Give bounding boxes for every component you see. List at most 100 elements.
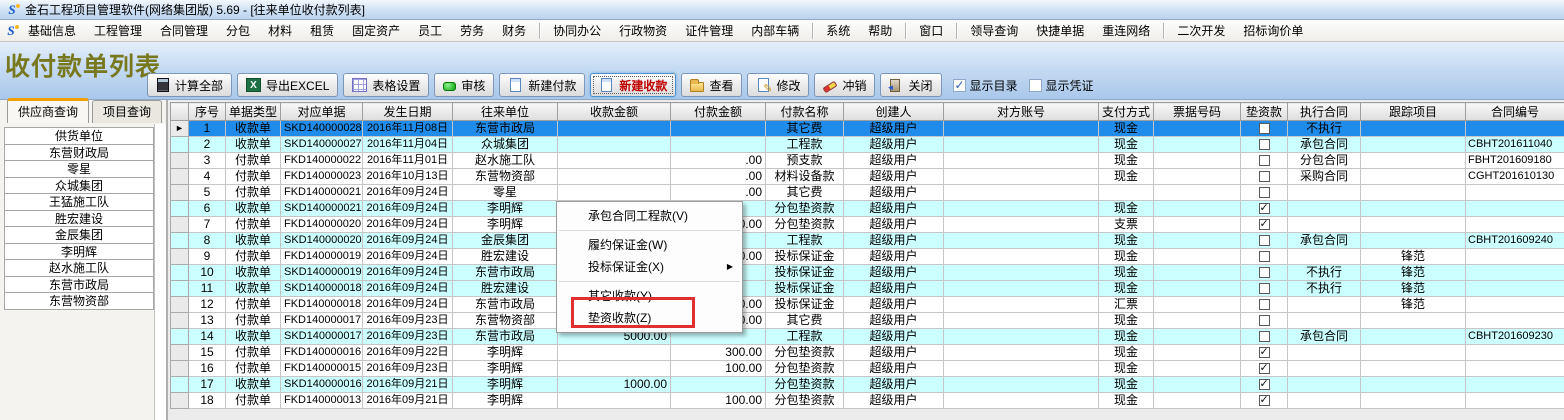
table-row[interactable]: 11收款单SKD1400000182016年09月24日胜宏建设1000.00投… xyxy=(171,281,1564,297)
supplier-item[interactable]: 东营财政局 xyxy=(4,144,154,162)
menubar-item-行政物资[interactable]: 行政物资 xyxy=(610,20,676,41)
column-header-ticket[interactable]: 票据号码 xyxy=(1154,103,1241,121)
column-header-pay_name[interactable]: 付款名称 xyxy=(766,103,844,121)
column-header-method[interactable]: 支付方式 xyxy=(1099,103,1154,121)
table-row[interactable]: 17收款单SKD1400000162016年09月21日李明辉1000.00分包… xyxy=(171,377,1564,393)
supplier-item[interactable]: 王猛施工队 xyxy=(4,193,154,211)
table-row[interactable]: ►1收款单SKD1400000282016年11月08日东营市政局其它费超级用户… xyxy=(171,121,1564,137)
menubar-item-招标询价单[interactable]: 招标询价单 xyxy=(1234,20,1312,41)
cell-unit: 李明辉 xyxy=(453,361,558,377)
view-button[interactable]: 查看 xyxy=(681,73,742,97)
cell-seq: 3 xyxy=(189,153,226,169)
cell-contract xyxy=(1466,201,1564,217)
supplier-item[interactable]: 胜宏建设 xyxy=(4,210,154,228)
cell-seq: 13 xyxy=(189,313,226,329)
menubar-item-证件管理[interactable]: 证件管理 xyxy=(676,20,742,41)
row-indicator-cell xyxy=(171,153,189,169)
cell-exec xyxy=(1288,249,1361,265)
sidebar-scroll-track[interactable] xyxy=(154,124,166,420)
menubar-item-租赁[interactable]: 租赁 xyxy=(301,20,343,41)
table-row[interactable]: 3付款单FKD1400000222016年11月01日赵水施工队.00预支款超级… xyxy=(171,153,1564,169)
supplier-item[interactable]: 金辰集团 xyxy=(4,226,154,244)
cell-amt_out: 100.00 xyxy=(671,393,766,409)
column-header-creator[interactable]: 创建人 xyxy=(844,103,944,121)
menubar-item-财务[interactable]: 财务 xyxy=(493,20,535,41)
new-receipt-button[interactable]: 新建收款 xyxy=(590,73,676,97)
column-header-account[interactable]: 对方账号 xyxy=(944,103,1099,121)
menu-item-履约保证金(W)[interactable]: 履约保证金(W) xyxy=(557,234,742,256)
table-row[interactable]: 7付款单FKD1400000202016年09月24日李明辉1500.00分包垫… xyxy=(171,217,1564,233)
show-voucher-checkbox[interactable] xyxy=(1029,79,1042,92)
annotation-red-box xyxy=(571,297,695,328)
menu-item-投标保证金(X)[interactable]: 投标保证金(X)▶ xyxy=(557,256,742,278)
menubar-item-帮助[interactable]: 帮助 xyxy=(859,20,901,41)
supplier-item[interactable]: 东营物资部 xyxy=(4,292,154,310)
supplier-item[interactable]: 李明辉 xyxy=(4,243,154,261)
table-row[interactable]: 6收款单SKD1400000212016年09月24日李明辉分包垫资款超级用户现… xyxy=(171,201,1564,217)
show-directory-toggle[interactable]: 显示目录 xyxy=(953,77,1018,94)
supplier-item[interactable]: 东营市政局 xyxy=(4,276,154,294)
menubar-item-快捷单据[interactable]: 快捷单据 xyxy=(1027,20,1093,41)
supplier-item[interactable]: 零星 xyxy=(4,160,154,178)
audit-button[interactable]: 审核 xyxy=(434,73,494,97)
modify-button[interactable]: 修改 xyxy=(747,73,809,97)
new-payment-button[interactable]: 新建付款 xyxy=(499,73,585,97)
table-row[interactable]: 9付款单FKD1400000192016年09月24日胜宏建设900.00投标保… xyxy=(171,249,1564,265)
calc-all-button[interactable]: 计算全部 xyxy=(147,73,232,97)
supplier-item[interactable]: 赵水施工队 xyxy=(4,259,154,277)
menubar-item-分包[interactable]: 分包 xyxy=(217,20,259,41)
column-header-unit[interactable]: 往来单位 xyxy=(453,103,558,121)
supplier-item[interactable]: 众城集团 xyxy=(4,177,154,195)
tab-supplier-query[interactable]: 供应商查询 xyxy=(7,98,89,123)
menubar-item-内部车辆[interactable]: 内部车辆 xyxy=(742,20,808,41)
menubar-item-二次开发[interactable]: 二次开发 xyxy=(1168,20,1234,41)
table-row[interactable]: 5付款单FKD1400000212016年09月24日零星.00其它费超级用户 xyxy=(171,185,1564,201)
table-row[interactable]: 4付款单FKD1400000232016年10月13日东营物资部.00材料设备款… xyxy=(171,169,1564,185)
menubar-item-协同办公[interactable]: 协同办公 xyxy=(544,20,610,41)
menubar-item-重连网络[interactable]: 重连网络 xyxy=(1093,20,1159,41)
show-voucher-toggle[interactable]: 显示凭证 xyxy=(1029,77,1094,94)
menubar-item-合同管理[interactable]: 合同管理 xyxy=(151,20,217,41)
table-settings-button[interactable]: 表格设置 xyxy=(343,73,429,97)
table-row[interactable]: 18付款单FKD1400000132016年09月21日李明辉100.00分包垫… xyxy=(171,393,1564,409)
menubar-item-固定资产[interactable]: 固定资产 xyxy=(343,20,409,41)
cell-track: 锋范 xyxy=(1361,265,1466,281)
table-row[interactable]: 2收款单SKD1400000272016年11月04日众城集团工程款超级用户现金… xyxy=(171,137,1564,153)
table-row[interactable]: 16付款单FKD1400000152016年09月23日李明辉100.00分包垫… xyxy=(171,361,1564,377)
reverse-button[interactable]: 冲销 xyxy=(814,73,875,97)
menu-item-承包合同工程款(V)[interactable]: 承包合同工程款(V) xyxy=(557,205,742,227)
column-header-type[interactable]: 单据类型 xyxy=(226,103,281,121)
column-header-seq[interactable]: 序号 xyxy=(189,103,226,121)
cell-doc: SKD140000020 xyxy=(281,233,363,249)
table-row[interactable]: 14收款单SKD1400000172016年09月23日东营市政局5000.00… xyxy=(171,329,1564,345)
menubar-item-领导查询[interactable]: 领导查询 xyxy=(961,20,1027,41)
column-header-exec[interactable]: 执行合同 xyxy=(1288,103,1361,121)
cell-account xyxy=(944,313,1099,329)
column-header-amt_in[interactable]: 收款金额 xyxy=(558,103,671,121)
close-button[interactable]: 关闭 xyxy=(880,73,941,97)
menubar-item-工程管理[interactable]: 工程管理 xyxy=(85,20,151,41)
cell-contract xyxy=(1466,185,1564,201)
menubar-item-劳务[interactable]: 劳务 xyxy=(451,20,493,41)
column-header-advance[interactable]: 垫资款 xyxy=(1241,103,1288,121)
table-row[interactable]: 12付款单FKD1400000182016年09月24日东营市政局1000.00… xyxy=(171,297,1564,313)
menubar-item-基础信息[interactable]: 基础信息 xyxy=(19,20,85,41)
column-header-date[interactable]: 发生日期 xyxy=(363,103,453,121)
column-header-contract[interactable]: 合同编号 xyxy=(1466,103,1564,121)
menubar-item-窗口[interactable]: 窗口 xyxy=(910,20,952,41)
tab-project-query[interactable]: 项目查询 xyxy=(92,100,162,123)
column-header-amt_out[interactable]: 付款金额 xyxy=(671,103,766,121)
table-row[interactable]: 10收款单SKD1400000192016年09月24日东营市政局1000.00… xyxy=(171,265,1564,281)
column-header-doc[interactable]: 对应单据 xyxy=(281,103,363,121)
table-row[interactable]: 13付款单FKD1400000172016年09月23日东营物资部500.00其… xyxy=(171,313,1564,329)
show-directory-checkbox[interactable] xyxy=(953,79,966,92)
table-row[interactable]: 8收款单SKD1400000202016年09月24日金辰集团100000.00… xyxy=(171,233,1564,249)
menubar-item-员工[interactable]: 员工 xyxy=(409,20,451,41)
export-excel-button[interactable]: 导出EXCEL xyxy=(237,73,338,97)
cell-amt_out xyxy=(671,377,766,393)
menubar-item-系统[interactable]: 系统 xyxy=(817,20,859,41)
table-row[interactable]: 15付款单FKD1400000162016年09月22日李明辉300.00分包垫… xyxy=(171,345,1564,361)
menubar-item-材料[interactable]: 材料 xyxy=(259,20,301,41)
column-header-track[interactable]: 跟踪项目 xyxy=(1361,103,1466,121)
cell-type: 付款单 xyxy=(226,393,281,409)
